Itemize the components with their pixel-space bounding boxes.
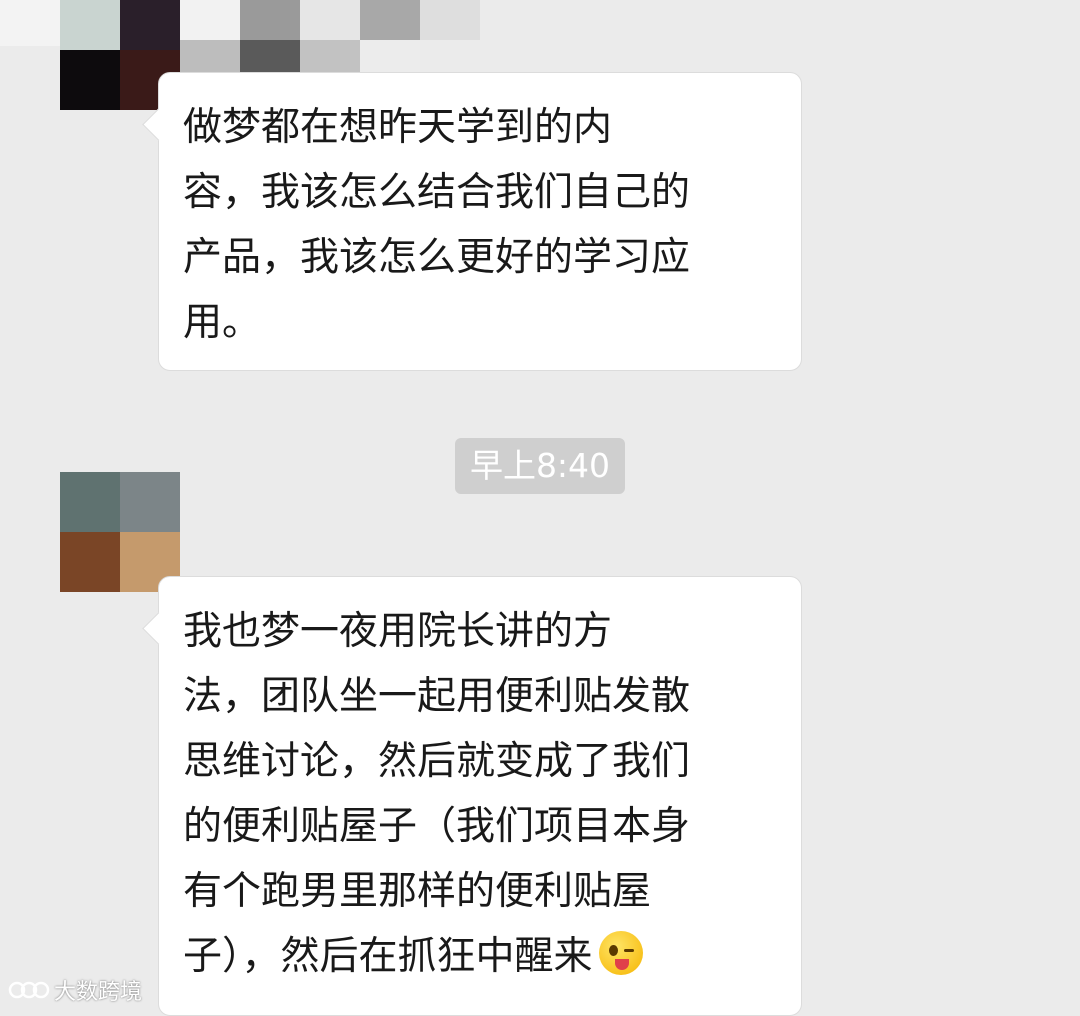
message-line: 有个跑男里那样的便利贴屋 <box>183 869 652 914</box>
watermark-logo-icon <box>8 981 50 999</box>
winking-tongue-face-icon <box>598 931 643 975</box>
message-line: 容，我该怎么结合我们自己的 <box>183 170 691 215</box>
message-line: 我也梦一夜用院长讲的方 <box>183 609 613 654</box>
sender-nickname-pixelated <box>180 0 480 80</box>
message-line-with-emoji: 子），然后在抓狂中醒来 <box>183 924 761 989</box>
watermark: 大数跨境 <box>8 974 142 1006</box>
message-line: 法，团队坐一起用便利贴发散 <box>183 674 691 719</box>
sender-avatar-pixelated[interactable] <box>60 472 180 592</box>
message-line: 用。 <box>183 300 262 345</box>
message-line: 的便利贴屋子（我们项目本身 <box>183 804 691 849</box>
watermark-text: 大数跨境 <box>54 980 143 1005</box>
message-line: 思维讨论，然后就变成了我们 <box>183 739 691 784</box>
message-bubble[interactable]: 做梦都在想昨天学到的内 容，我该怎么结合我们自己的 产品，我该怎么更好的学习应 … <box>158 72 802 371</box>
message-timestamp: 早上8:40 <box>455 438 625 494</box>
message-line: 子），然后在抓狂中醒来 <box>183 934 593 979</box>
message-bubble[interactable]: 我也梦一夜用院长讲的方 法，团队坐一起用便利贴发散 思维讨论，然后就变成了我们 … <box>158 576 802 1016</box>
message-line: 产品，我该怎么更好的学习应 <box>183 235 691 280</box>
message-line: 做梦都在想昨天学到的内 <box>183 105 613 150</box>
